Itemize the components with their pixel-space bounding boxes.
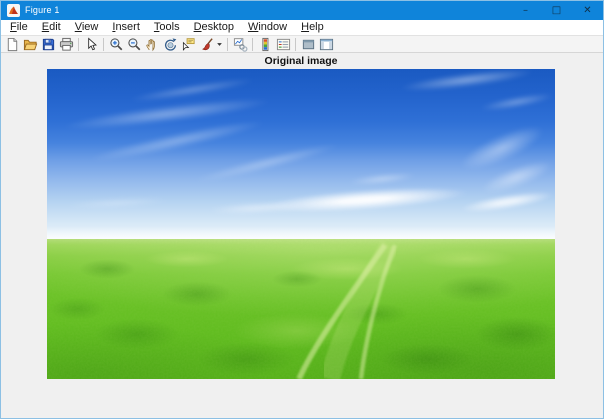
data-cursor-icon [181,37,196,52]
legend-icon [276,37,291,52]
window-title: Figure 1 [25,1,60,20]
axes-title: Original image [47,55,555,67]
toolbar-print-figure[interactable] [57,36,75,52]
window-controls: – □ ✕ [510,1,603,20]
titlebar[interactable]: Figure 1 – □ ✕ [1,1,603,20]
printer-icon [59,37,74,52]
toolbar-separator [78,38,79,51]
toolbar-show-plot-tools-dock[interactable] [317,36,335,52]
toolbar-separator [227,38,228,51]
toolbar-insert-colorbar[interactable] [256,36,274,52]
close-button[interactable]: ✕ [572,1,603,20]
menu-item-file[interactable]: File [3,20,35,35]
menu-item-insert[interactable]: Insert [105,20,147,35]
toolbar-separator [295,38,296,51]
save-floppy-icon [41,37,56,52]
hide-plot-tools-icon [301,37,316,52]
zoom-out-icon [127,37,142,52]
link-plot-icon [233,37,248,52]
toolbar-open-file[interactable] [21,36,39,52]
toolbar-pan[interactable] [143,36,161,52]
menu-item-view[interactable]: View [68,20,106,35]
rotate-3d-icon [163,37,178,52]
toolbar-link-plot[interactable] [231,36,249,52]
colorbar-icon [258,37,273,52]
toolbar-brush-dropdown[interactable] [215,36,224,52]
menu-item-tools[interactable]: Tools [147,20,187,35]
toolbar-hide-plot-tools[interactable] [299,36,317,52]
toolbar-brush-select-data[interactable] [197,36,215,52]
clouds [47,69,555,245]
chevron-down-icon [216,37,223,52]
matlab-membrane-icon [8,5,19,16]
toolbar-rotate-3d[interactable] [161,36,179,52]
brush-icon [199,37,214,52]
matlab-figure-icon [7,4,20,17]
toolbar-data-cursor[interactable] [179,36,197,52]
zoom-in-icon [109,37,124,52]
menu-item-window[interactable]: Window [241,20,294,35]
toolbar [1,35,603,53]
maximize-button[interactable]: □ [541,1,572,20]
toolbar-save-figure[interactable] [39,36,57,52]
menu-item-help[interactable]: Help [294,20,331,35]
figure-canvas: Original image [1,53,603,418]
toolbar-edit-plot[interactable] [82,36,100,52]
photo-original-image [47,69,555,379]
pointer-arrow-icon [84,37,99,52]
menubar: FileEditViewInsertToolsDesktopWindowHelp [1,20,603,35]
minimize-button[interactable]: – [510,1,541,20]
figure-window: Figure 1 – □ ✕ FileEditViewInsertToolsDe… [0,0,604,419]
open-folder-icon [23,37,38,52]
pan-hand-icon [145,37,160,52]
toolbar-new-figure[interactable] [3,36,21,52]
grass-path-texture [47,239,555,379]
menu-item-desktop[interactable]: Desktop [187,20,241,35]
toolbar-zoom-in[interactable] [107,36,125,52]
toolbar-insert-legend[interactable] [274,36,292,52]
toolbar-separator [252,38,253,51]
toolbar-separator [103,38,104,51]
new-figure-icon [5,37,20,52]
show-plot-tools-icon [319,37,334,52]
toolbar-zoom-out[interactable] [125,36,143,52]
menu-item-edit[interactable]: Edit [35,20,68,35]
